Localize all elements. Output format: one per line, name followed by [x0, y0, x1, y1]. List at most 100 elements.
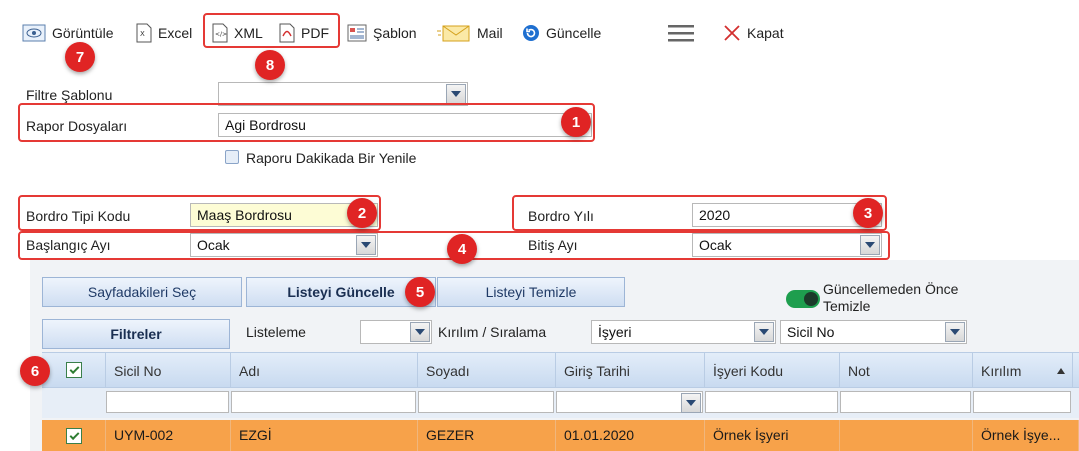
cell-isyeri-kodu: Örnek İşyeri: [705, 420, 840, 451]
clear-before-update-toggle[interactable]: [786, 290, 820, 308]
refresh-button[interactable]: Güncelle: [522, 22, 601, 44]
breakdown-label: Kırılım / Sıralama: [438, 324, 547, 340]
clear-before-update-label-line1: Güncellemeden Önce: [823, 281, 959, 297]
step-badge-8: 8: [255, 50, 285, 80]
filter-not[interactable]: [840, 391, 971, 413]
step-badge-1: 1: [561, 107, 591, 137]
template-label: Şablon: [373, 25, 417, 41]
xml-label: XML: [234, 25, 263, 41]
menu-button[interactable]: [668, 22, 694, 44]
listing-dropdown-icon[interactable]: [410, 322, 430, 342]
column-header-adi[interactable]: Adı: [231, 353, 418, 387]
breakdown-value-1: İşyeri: [598, 324, 632, 340]
close-button[interactable]: Kapat: [723, 22, 784, 44]
start-month-select[interactable]: Ocak: [190, 233, 378, 257]
filter-template-dropdown-icon[interactable]: [446, 84, 466, 104]
report-files-label: Rapor Dosyaları: [26, 118, 128, 134]
view-button[interactable]: Görüntüle: [22, 22, 113, 44]
refresh-icon: [523, 25, 539, 41]
close-icon: [724, 25, 740, 41]
auto-refresh-label: Raporu Dakikada Bir Yenile: [246, 150, 417, 166]
pdf-button[interactable]: PDF: [279, 22, 329, 44]
filter-soyadi[interactable]: [418, 391, 554, 413]
xml-button[interactable]: </> XML: [212, 22, 263, 44]
cell-kirilim: Örnek İşye...: [973, 420, 1079, 451]
view-icon: [22, 24, 46, 42]
select-page-button[interactable]: Sayfadakileri Seç: [42, 277, 242, 307]
filters-button[interactable]: Filtreler: [42, 319, 230, 349]
filter-adi[interactable]: [231, 391, 416, 413]
mail-icon: [437, 25, 470, 42]
payroll-type-label: Bordro Tipi Kodu: [26, 208, 131, 224]
pdf-file-icon: [279, 23, 295, 43]
column-header-isyeri-kodu[interactable]: İşyeri Kodu: [705, 353, 840, 387]
listing-label: Listeleme: [246, 324, 306, 340]
close-label: Kapat: [747, 25, 784, 41]
cell-sicil-no: UYM-002: [106, 420, 231, 451]
report-files-input[interactable]: Agi Bordrosu: [218, 113, 592, 137]
auto-refresh-checkbox[interactable]: [225, 150, 239, 164]
breakdown-1-dropdown-icon[interactable]: [754, 322, 774, 342]
grid-filter-row: [42, 388, 1079, 418]
filter-isyeri-kodu[interactable]: [705, 391, 838, 413]
breakdown-value-2: Sicil No: [787, 324, 835, 340]
view-label: Görüntüle: [52, 25, 114, 41]
step-badge-4: 4: [447, 234, 477, 264]
column-header-sicil-no[interactable]: Sicil No: [106, 353, 231, 387]
excel-file-icon: X: [136, 23, 152, 43]
filter-kirilim[interactable]: [973, 391, 1071, 413]
hamburger-menu-icon: [668, 25, 694, 42]
svg-text:X: X: [140, 30, 145, 38]
sort-ascending-icon[interactable]: [1056, 367, 1066, 375]
payroll-type-value: Maaş Bordrosu: [197, 207, 292, 223]
step-badge-7: 7: [65, 42, 95, 72]
end-month-value: Ocak: [699, 237, 732, 253]
mail-label: Mail: [477, 25, 503, 41]
step-badge-6: 6: [20, 356, 50, 386]
step-badge-2: 2: [347, 198, 377, 228]
column-header-giris-tarihi[interactable]: Giriş Tarihi: [556, 353, 705, 387]
end-month-label: Bitiş Ayı: [528, 237, 578, 253]
start-month-dropdown-icon[interactable]: [356, 235, 376, 255]
breakdown-select-2[interactable]: Sicil No: [780, 320, 967, 344]
breakdown-select-1[interactable]: İşyeri: [591, 320, 776, 344]
cell-soyadi: GEZER: [418, 420, 556, 451]
pdf-label: PDF: [301, 25, 329, 41]
excel-button[interactable]: X Excel: [136, 22, 192, 44]
end-month-dropdown-icon[interactable]: [860, 235, 880, 255]
template-icon: [347, 24, 367, 42]
row-checkbox[interactable]: [66, 428, 82, 444]
step-badge-3: 3: [853, 198, 883, 228]
listing-select[interactable]: [360, 320, 432, 344]
column-header-not[interactable]: Not: [840, 353, 973, 387]
excel-label: Excel: [158, 25, 193, 41]
toolbar: Görüntüle X Excel </> XML PDF Şablon Mai…: [0, 0, 1079, 64]
filter-template-select[interactable]: [218, 82, 468, 106]
payroll-year-label: Bordro Yılı: [528, 208, 594, 224]
select-all-checkbox[interactable]: [66, 362, 82, 378]
cell-not: [840, 420, 973, 451]
filter-giris-tarihi[interactable]: [556, 391, 703, 413]
filter-template-label: Filtre Şablonu: [26, 87, 113, 103]
refresh-label: Güncelle: [546, 25, 602, 41]
step-badge-5: 5: [405, 277, 435, 307]
start-month-label: Başlangıç Ayı: [26, 237, 111, 253]
cell-adi: EZGİ: [231, 420, 418, 451]
clear-before-update-label-line2: Temizle: [823, 298, 871, 314]
table-row[interactable]: UYM-002 EZGİ GEZER 01.01.2020 Örnek İşye…: [42, 420, 1079, 451]
grid-header: Sicil No Adı Soyadı Giriş Tarihi İşyeri …: [42, 352, 1079, 388]
xml-file-icon: </>: [212, 23, 228, 43]
payroll-year-value: 2020: [699, 207, 731, 223]
svg-text:</>: </>: [215, 31, 227, 38]
report-files-value: Agi Bordrosu: [225, 117, 306, 133]
clear-before-update-label: Güncellemeden Önce Temizle: [823, 281, 958, 315]
breakdown-2-dropdown-icon[interactable]: [945, 322, 965, 342]
mail-button[interactable]: Mail: [437, 22, 503, 44]
filter-date-dropdown-icon[interactable]: [681, 393, 701, 413]
filter-sicil-no[interactable]: [106, 391, 229, 413]
end-month-select[interactable]: Ocak: [692, 233, 882, 257]
template-button[interactable]: Şablon: [347, 22, 417, 44]
column-header-soyadi[interactable]: Soyadı: [418, 353, 556, 387]
clear-list-button[interactable]: Listeyi Temizle: [437, 277, 625, 307]
cell-giris-tarihi: 01.01.2020: [556, 420, 705, 451]
